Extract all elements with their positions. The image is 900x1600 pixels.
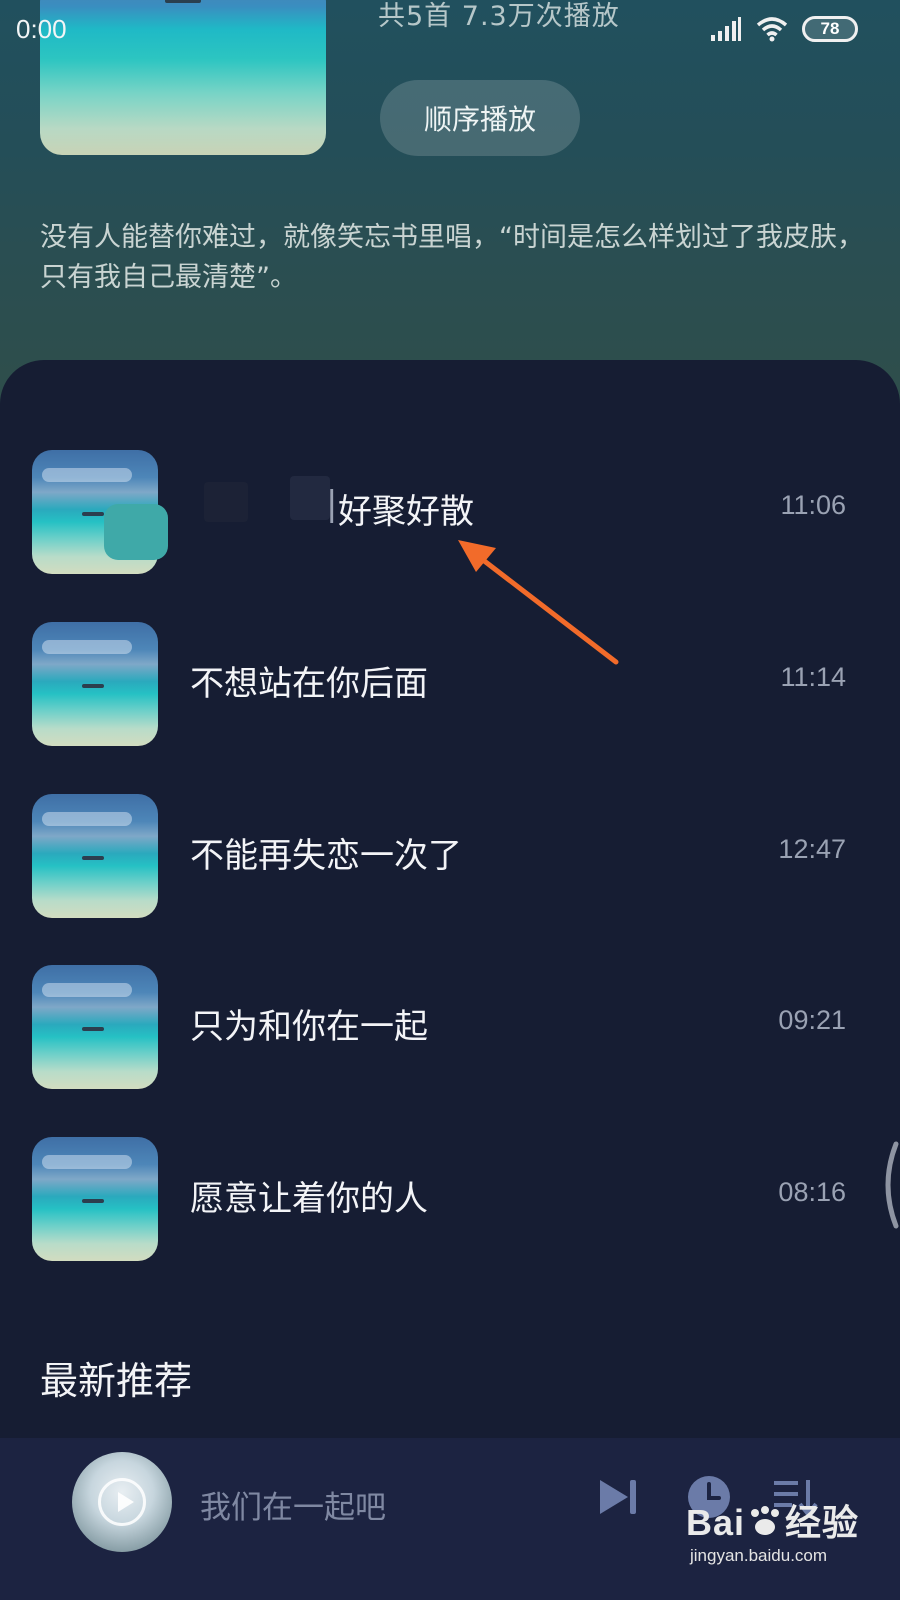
wifi-icon [756, 17, 788, 42]
song-row-3[interactable]: 不能再失恋一次了 12:47 [0, 780, 900, 930]
song-title: 不想站在你后面 [190, 664, 428, 704]
song-row-4[interactable]: 只为和你在一起 09:21 [0, 951, 900, 1101]
watermark-url: jingyan.baidu.com [690, 1546, 828, 1565]
play-icon[interactable] [98, 1478, 146, 1526]
song-title: 愿意让着你的人 [190, 1179, 428, 1219]
redaction-smudge [104, 504, 168, 560]
song-thumbnail [32, 622, 158, 746]
paw-icon [751, 1506, 780, 1535]
thumb-cloud [42, 1155, 132, 1169]
song-duration: 12:47 [778, 834, 846, 864]
song-duration: 08:16 [778, 1177, 846, 1207]
song-title: 不能再失恋一次了 [190, 836, 462, 876]
song-thumbnail [32, 794, 158, 918]
song-thumbnail [32, 1137, 158, 1261]
thumb-cloud [42, 812, 132, 826]
song-title: 好聚好散 [338, 492, 474, 532]
watermark-brand-b: 经验 [785, 1502, 860, 1543]
watermark-brand: Bai 经验 [686, 1494, 859, 1546]
song-duration: 11:14 [780, 662, 846, 692]
song-title: 只为和你在一起 [190, 1007, 428, 1047]
song-row-5[interactable]: 愿意让着你的人 08:16 [0, 1123, 900, 1273]
scroll-handle-icon[interactable] [876, 1140, 900, 1230]
watermark-brand-a: Bai [686, 1502, 746, 1543]
mini-player-cover[interactable] [72, 1452, 172, 1552]
play-in-order-button[interactable]: 顺序播放 [380, 80, 580, 156]
signal-icon [711, 17, 741, 41]
song-duration: 11:06 [780, 490, 846, 520]
playlist-description: 没有人能替你难过，就像笑忘书里唱，“时间是怎么样划过了我皮肤，只有我自己最清楚”… [40, 222, 864, 293]
battery-icon: 78 [802, 16, 858, 42]
status-time: 0:00 [16, 14, 67, 44]
song-list-panel: 好聚好散 | 11:06 不想站在你后面 11:14 不能再失恋一次了 12:4… [0, 360, 900, 1460]
song-duration: 09:21 [778, 1005, 846, 1035]
thumb-boat [82, 1199, 104, 1203]
thumb-cloud [42, 640, 132, 654]
status-bar: 0:00 78 [0, 0, 900, 62]
mini-player-title[interactable]: 我们在一起吧 [200, 1482, 386, 1527]
song-title-cut-glyph: | [326, 484, 338, 524]
thumb-boat [82, 856, 104, 860]
thumb-cloud [42, 468, 132, 482]
song-thumbnail [32, 965, 158, 1089]
annotation-arrow-icon [458, 540, 619, 665]
baidu-jingyan-watermark: Bai 经验 jingyan.baidu.com [686, 1494, 886, 1584]
redaction-block [204, 482, 248, 522]
status-icons: 78 [710, 16, 858, 42]
thumb-boat [82, 1027, 104, 1031]
thumb-boat [82, 512, 104, 516]
redaction-block [290, 476, 330, 520]
thumb-boat [82, 684, 104, 688]
section-title-latest: 最新推荐 [40, 1359, 193, 1403]
thumb-cloud [42, 983, 132, 997]
next-icon[interactable] [594, 1472, 644, 1522]
